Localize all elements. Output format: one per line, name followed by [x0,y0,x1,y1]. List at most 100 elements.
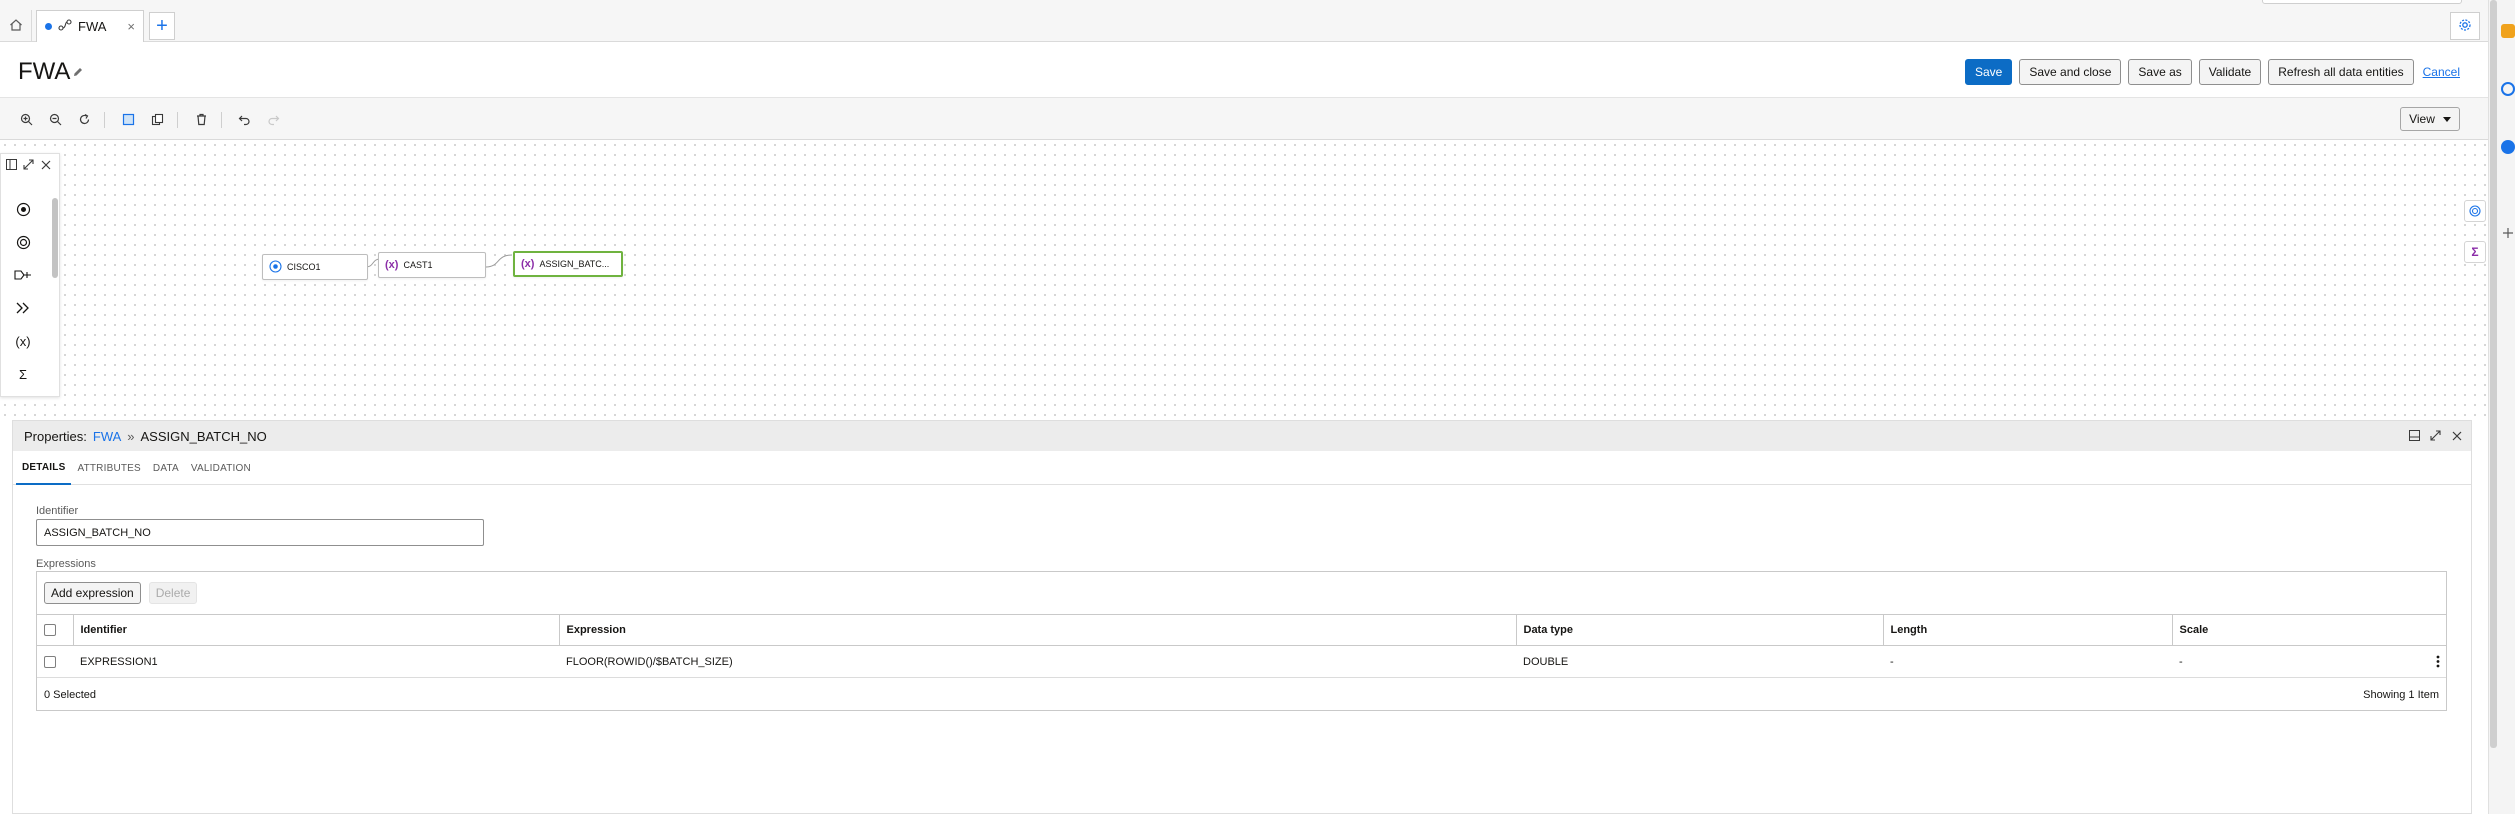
header-actions: Save Save and close Save as Validate Ref… [1964,59,2462,85]
check-icon[interactable] [2501,82,2515,96]
aggregate-operator-icon[interactable]: Σ [2464,241,2486,263]
column-header[interactable]: Identifier [73,614,560,646]
cell-data-type: DOUBLE [1516,645,1883,678]
unsaved-indicator [45,23,52,30]
delete-button[interactable]: Delete [148,582,198,604]
extension-icon[interactable] [2501,24,2515,38]
tab-attributes[interactable]: ATTRIBUTES [71,451,146,485]
cancel-link[interactable]: Cancel [2421,59,2462,85]
target-operator-icon[interactable] [2464,200,2486,222]
trash-icon[interactable] [191,109,211,129]
close-icon[interactable] [2450,429,2463,442]
join-operator-icon[interactable] [12,297,34,319]
close-icon[interactable]: × [127,19,135,34]
table-row[interactable]: EXPRESSION1 FLOOR(ROWID()/$BATCH_SIZE) D… [37,645,2446,678]
breadcrumb-current: ASSIGN_BATCH_NO [140,428,267,444]
toolbar-divider [177,112,178,128]
breadcrumb-link[interactable]: FWA [93,429,121,444]
aggregate-operator-icon[interactable]: Σ [12,363,34,385]
save-button[interactable]: Save [1964,59,2013,85]
column-header[interactable]: Expression [559,614,1517,646]
add-tab-button[interactable]: + [149,12,175,40]
settings-button[interactable] [2450,12,2480,40]
identifier-input[interactable] [36,519,484,546]
cell-length: - [1883,645,2172,678]
refresh-all-button[interactable]: Refresh all data entities [2268,59,2414,85]
properties-panel: Properties: FWA » ASSIGN_BATCH_NO DETAIL… [12,420,2472,814]
tab-validation[interactable]: VALIDATION [185,451,257,485]
breadcrumb-separator: » [127,428,135,444]
reset-zoom-icon[interactable] [74,109,94,129]
tab-data[interactable]: DATA [147,451,185,485]
save-and-close-button[interactable]: Save and close [2019,59,2122,85]
tab-label: FWA [78,19,107,34]
copy-icon[interactable] [147,109,167,129]
node-cisco1[interactable]: CISCO1 [262,254,368,280]
expression-operator-icon[interactable]: (x) [12,330,34,352]
page-header: FWA Save Save and close Save as Validate… [0,42,2488,98]
home-button[interactable] [0,10,32,42]
node-label: CISCO1 [287,262,321,272]
add-expression-button[interactable]: Add expression [44,582,141,604]
toolbar-divider [221,112,222,128]
properties-header: Properties: FWA » ASSIGN_BATCH_NO [13,421,2471,451]
expressions-label: Expressions [36,558,96,570]
zoom-out-icon[interactable] [45,109,65,129]
source-operator-icon [269,259,282,275]
cell-scale: - [2179,655,2183,668]
toolbar-divider [104,112,105,128]
identifier-label: Identifier [36,505,79,517]
gear-icon [2458,18,2472,35]
table-header-row: Identifier Expression Data type Length S… [37,614,2446,646]
canvas-toolbar: View [0,98,2488,140]
view-menu-button[interactable]: View [2400,107,2460,131]
save-as-button[interactable]: Save as [2128,59,2192,85]
redo-icon[interactable] [263,109,283,129]
expand-icon[interactable] [2429,429,2442,442]
table-footer: 0 Selected Showing 1 Item [37,678,2446,712]
selected-count: 0 Selected [44,689,96,701]
cell-identifier: EXPRESSION1 [73,645,559,678]
properties-tabs: DETAILS ATTRIBUTES DATA VALIDATION [13,451,2471,485]
home-icon [9,18,23,35]
assistant-icon[interactable] [2501,140,2515,154]
page-title: FWA [18,58,71,85]
more-actions-icon[interactable] [2436,655,2440,671]
plus-icon: + [156,15,168,37]
view-label: View [2409,112,2435,126]
column-header[interactable]: Scale [2172,614,2446,646]
expressions-toolbar: Add expression Delete [37,572,2446,614]
select-all-checkbox[interactable] [44,624,56,637]
validate-button[interactable]: Validate [2198,59,2262,85]
tab-details[interactable]: DETAILS [16,451,72,485]
column-header[interactable]: Data type [1516,614,1884,646]
zoom-in-icon[interactable] [16,109,36,129]
data-flow-icon [58,19,72,34]
node-label: ASSIGN_BATC... [539,259,610,269]
expressions-table-container: Add expression Delete Identifier Express… [36,571,2447,711]
row-select-cell [37,645,73,678]
tab-fwa[interactable]: FWA × [36,10,144,42]
row-checkbox[interactable] [44,655,56,668]
properties-heading: Properties: [24,428,87,444]
cell-expression: FLOOR(ROWID()/$BATCH_SIZE) [559,645,1516,678]
tab-bar: FWA × + [0,0,2488,42]
node-cast1[interactable]: (x) CAST1 [378,252,486,278]
undo-icon[interactable] [234,109,254,129]
plus-icon[interactable] [2503,226,2513,238]
column-header[interactable]: Length [1883,614,2173,646]
global-search-field[interactable] [2262,0,2462,4]
expression-operator-icon: (x) [521,258,535,270]
expressions-table: Identifier Expression Data type Length S… [37,614,2446,678]
caret-down-icon [2442,112,2451,126]
node-assign-batch-no[interactable]: (x) ASSIGN_BATC... [513,251,623,277]
page-scrollbar-thumb[interactable] [2490,0,2497,748]
node-label: CAST1 [403,260,433,270]
panel-controls [2408,429,2463,442]
select-mode-icon[interactable] [118,109,138,129]
pencil-icon[interactable] [72,66,84,81]
item-count: Showing 1 Item [2363,689,2439,701]
dock-icon[interactable] [2408,429,2421,442]
cell-scale-and-actions: - [2172,645,2446,678]
dataflow-canvas[interactable]: (x) Σ CISCO1 (x) CAST1 (x) ASSIGN_BATC..… [0,140,2488,420]
